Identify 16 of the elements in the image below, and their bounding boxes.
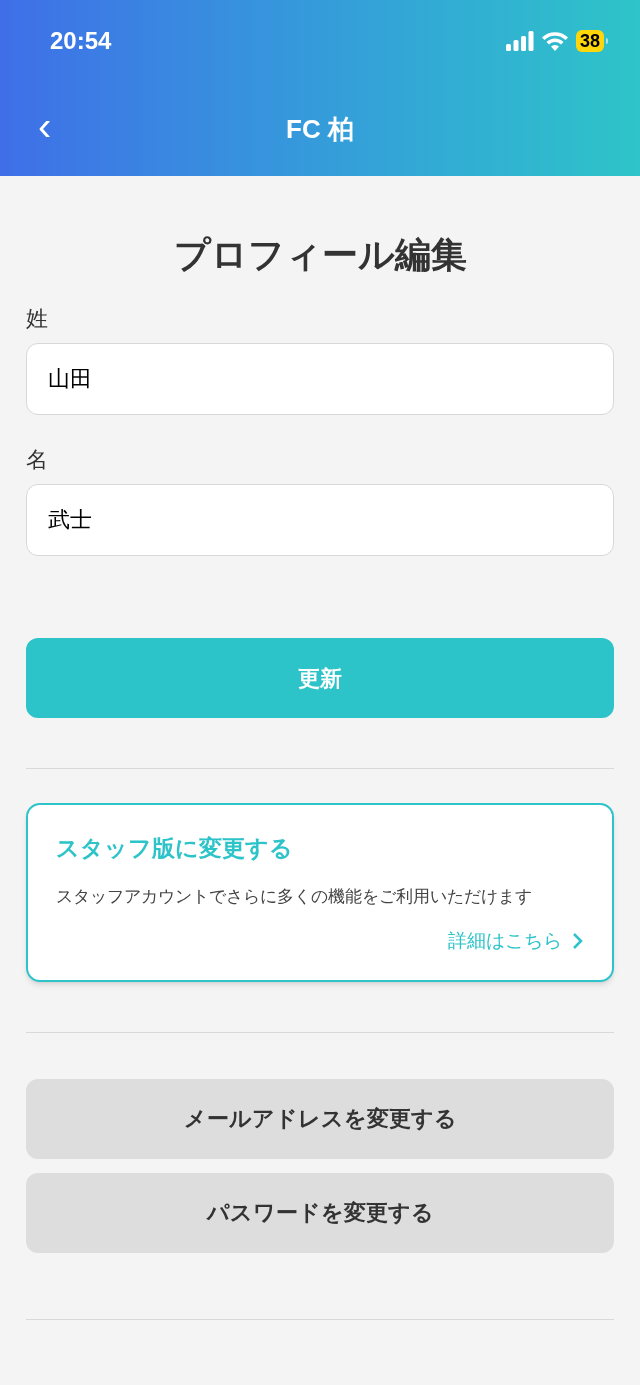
card-title: スタッフ版に変更する xyxy=(56,834,294,863)
card-description: スタッフアカウントでさらに多くの機能をご利用いただけます xyxy=(56,885,533,908)
change-button[interactable]: パスワードを変更する xyxy=(26,1172,614,1253)
text-field[interactable]: 武士 xyxy=(26,484,614,556)
text-field[interactable]: 山田 xyxy=(26,343,614,415)
header-title: FC 柏 xyxy=(286,112,354,146)
signal-icon xyxy=(505,31,534,51)
chevron-right-icon xyxy=(572,932,584,951)
battery-level: 38 xyxy=(575,30,604,52)
change-button[interactable]: メールアドレスを変更する xyxy=(26,1078,614,1159)
field-label: 名 xyxy=(26,446,49,474)
status-time: 20:54 xyxy=(50,26,112,56)
field-label: 姓 xyxy=(26,305,49,333)
back-button[interactable]: ‹ xyxy=(38,106,52,152)
page-title: プロフィール編集 xyxy=(172,233,468,277)
wifi-icon xyxy=(541,31,568,51)
